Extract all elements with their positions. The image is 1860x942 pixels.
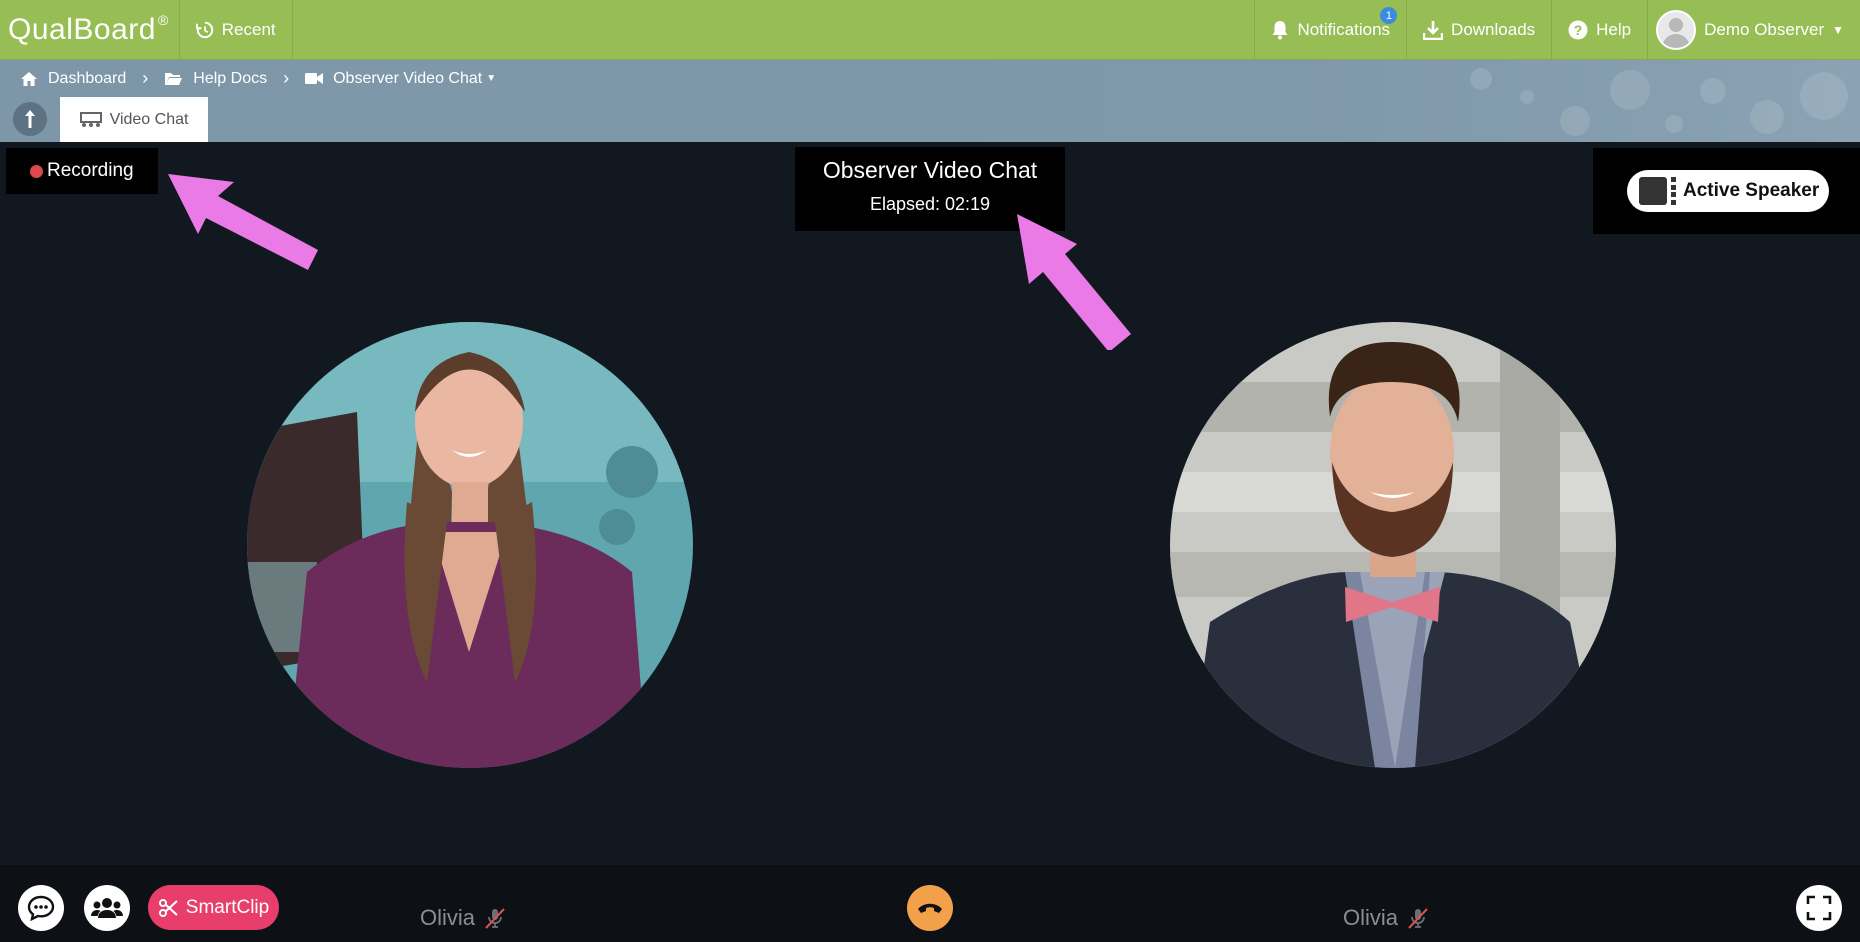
notifications-label: Notifications	[1297, 19, 1391, 39]
help-button[interactable]: ? Help	[1551, 0, 1647, 59]
caret-down-icon[interactable]: ▼	[486, 73, 496, 84]
qualboard-logo[interactable]: QualBoard ®	[0, 0, 180, 59]
participant-photo	[1170, 322, 1616, 768]
breadcrumb-band: Dashboard › Help Docs › Observer Video C…	[0, 60, 1860, 142]
breadcrumb-dashboard-link[interactable]: Dashboard	[48, 70, 126, 88]
phone-hangup-icon	[918, 903, 942, 913]
chevron-right-icon: ›	[142, 68, 149, 88]
user-avatar	[1656, 9, 1697, 50]
question-circle-icon: ?	[1568, 20, 1588, 39]
tab-label: Video Chat	[109, 110, 189, 128]
participant-video-2[interactable]	[1170, 322, 1616, 768]
decorative-bubble	[1470, 68, 1492, 90]
breadcrumb: Dashboard › Help Docs › Observer Video C…	[20, 68, 496, 89]
decorative-bubble	[1665, 115, 1683, 133]
fullscreen-button[interactable]	[1796, 885, 1842, 931]
microphone-muted-icon	[1408, 908, 1428, 929]
chat-bubble-icon	[27, 895, 55, 921]
breadcrumb-help-docs-link[interactable]: Help Docs	[193, 70, 267, 88]
participant-name-2: Olivia	[1343, 905, 1430, 931]
tab-video-chat[interactable]: Video Chat	[60, 97, 208, 142]
video-camera-icon	[305, 73, 324, 84]
users-icon	[91, 898, 123, 918]
level-up-icon	[25, 110, 35, 128]
bell-icon	[1272, 20, 1288, 39]
decorative-bubble	[1800, 72, 1848, 120]
smartclip-button[interactable]: SmartClip	[148, 885, 279, 930]
video-stage: Recording Observer Video Chat Elapsed: 0…	[0, 142, 1860, 865]
decorative-bubble	[1750, 100, 1784, 134]
back-up-button[interactable]	[13, 102, 47, 136]
recording-label: Recording	[47, 160, 134, 181]
recording-dot-icon	[30, 164, 43, 178]
help-label: Help	[1596, 19, 1632, 39]
participant-name-label: Olivia	[420, 905, 476, 930]
microphone-muted-icon	[485, 908, 505, 929]
call-controls-bar: SmartClip Olivia Olivia	[0, 865, 1860, 942]
top-navigation-bar: QualBoard ® Recent Notifications 1 Downlo…	[0, 0, 1860, 60]
annotation-arrow-icon	[1017, 214, 1131, 350]
layout-icon	[1639, 177, 1676, 205]
downloads-button[interactable]: Downloads	[1406, 0, 1551, 59]
decorative-bubble	[1700, 78, 1726, 104]
recording-indicator: Recording	[6, 148, 158, 194]
hang-up-button[interactable]	[907, 885, 953, 931]
caret-down-icon: ▼	[1832, 22, 1844, 37]
logo-text: QualBoard	[8, 12, 156, 46]
recent-button[interactable]: Recent	[180, 0, 293, 59]
svg-text:?: ?	[1574, 22, 1583, 38]
group-chat-icon	[79, 111, 102, 127]
user-name: Demo Observer	[1704, 19, 1825, 39]
view-mode-panel: Active Speaker	[1593, 148, 1860, 234]
annotation-arrow-icon	[168, 174, 318, 270]
notifications-button[interactable]: Notifications 1	[1254, 0, 1406, 59]
participants-button[interactable]	[84, 885, 130, 931]
downloads-label: Downloads	[1451, 19, 1536, 39]
chat-button[interactable]	[18, 885, 64, 931]
participant-name-1: Olivia	[420, 905, 507, 931]
registered-mark: ®	[157, 11, 169, 28]
participant-name-label: Olivia	[1343, 905, 1399, 930]
decorative-bubble	[1520, 90, 1534, 104]
home-icon	[21, 71, 37, 86]
expand-icon	[1806, 895, 1832, 921]
decorative-bubble	[1560, 106, 1590, 136]
download-icon	[1423, 20, 1444, 40]
chevron-right-icon: ›	[283, 68, 290, 88]
recent-label: Recent	[221, 19, 276, 39]
folder-open-icon	[165, 73, 183, 85]
scissors-icon	[158, 898, 178, 917]
decorative-bubble	[1610, 70, 1650, 110]
notification-count-badge: 1	[1380, 7, 1398, 24]
smartclip-label: SmartClip	[185, 896, 270, 918]
active-speaker-toggle[interactable]: Active Speaker	[1627, 170, 1829, 212]
session-title: Observer Video Chat	[822, 157, 1038, 183]
active-speaker-label: Active Speaker	[1683, 180, 1820, 201]
participant-photo	[247, 322, 693, 768]
user-menu[interactable]: Demo Observer ▼	[1647, 0, 1860, 59]
breadcrumb-observer-video-chat[interactable]: Observer Video Chat	[333, 70, 482, 88]
history-icon	[195, 21, 213, 38]
participant-video-1[interactable]	[247, 322, 693, 768]
